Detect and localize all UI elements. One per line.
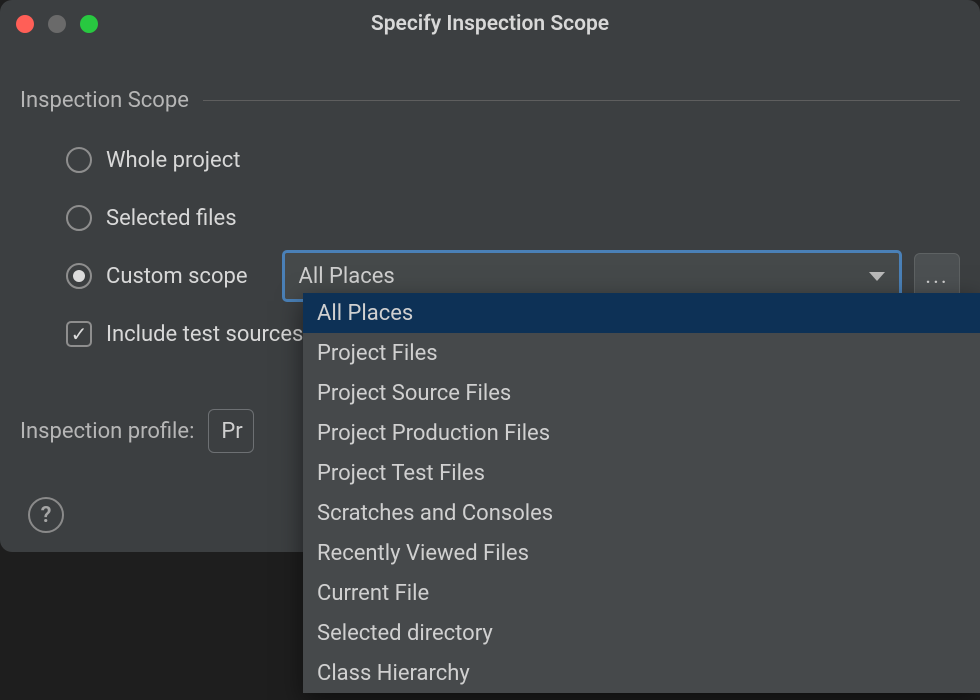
profile-value: Pr [221,419,242,444]
profile-combobox[interactable]: Pr [208,409,254,453]
dropdown-item-project-production-files[interactable]: Project Production Files [303,413,980,453]
maximize-icon[interactable] [80,15,98,33]
dropdown-item-scratches-consoles[interactable]: Scratches and Consoles [303,493,980,533]
dropdown-item-all-places[interactable]: All Places [303,293,980,333]
radio-label: Selected files [106,206,237,231]
checkbox-label: Include test sources [106,322,303,347]
minimize-icon[interactable] [48,15,66,33]
dropdown-item-recently-viewed[interactable]: Recently Viewed Files [303,533,980,573]
dropdown-item-selected-directory[interactable]: Selected directory [303,613,980,653]
radio-label: Custom scope [106,264,248,289]
dropdown-item-current-file[interactable]: Current File [303,573,980,613]
titlebar: Specify Inspection Scope [0,0,980,48]
radio-icon [66,263,92,289]
dropdown-item-project-source-files[interactable]: Project Source Files [303,373,980,413]
checkbox-icon: ✓ [66,321,92,347]
dropdown-item-project-test-files[interactable]: Project Test Files [303,453,980,493]
radio-whole-project[interactable]: Whole project [20,131,960,189]
radio-icon [66,205,92,231]
section-header: Inspection Scope [20,88,960,113]
dropdown-item-class-hierarchy[interactable]: Class Hierarchy [303,653,980,693]
window-controls [0,15,98,33]
radio-selected-files[interactable]: Selected files [20,189,960,247]
help-button[interactable]: ? [28,497,64,533]
profile-label: Inspection profile: [20,419,194,444]
combobox-value: All Places [299,264,395,289]
chevron-down-icon [869,272,885,281]
section-title: Inspection Scope [20,88,189,113]
help-icon: ? [41,503,52,528]
scope-dropdown: All Places Project Files Project Source … [303,293,980,693]
radio-icon [66,147,92,173]
ellipsis-icon: ... [925,264,948,289]
dropdown-item-project-files[interactable]: Project Files [303,333,980,373]
divider [203,100,960,101]
close-icon[interactable] [16,15,34,33]
dialog-title: Specify Inspection Scope [0,12,980,36]
radio-label: Whole project [106,148,240,173]
